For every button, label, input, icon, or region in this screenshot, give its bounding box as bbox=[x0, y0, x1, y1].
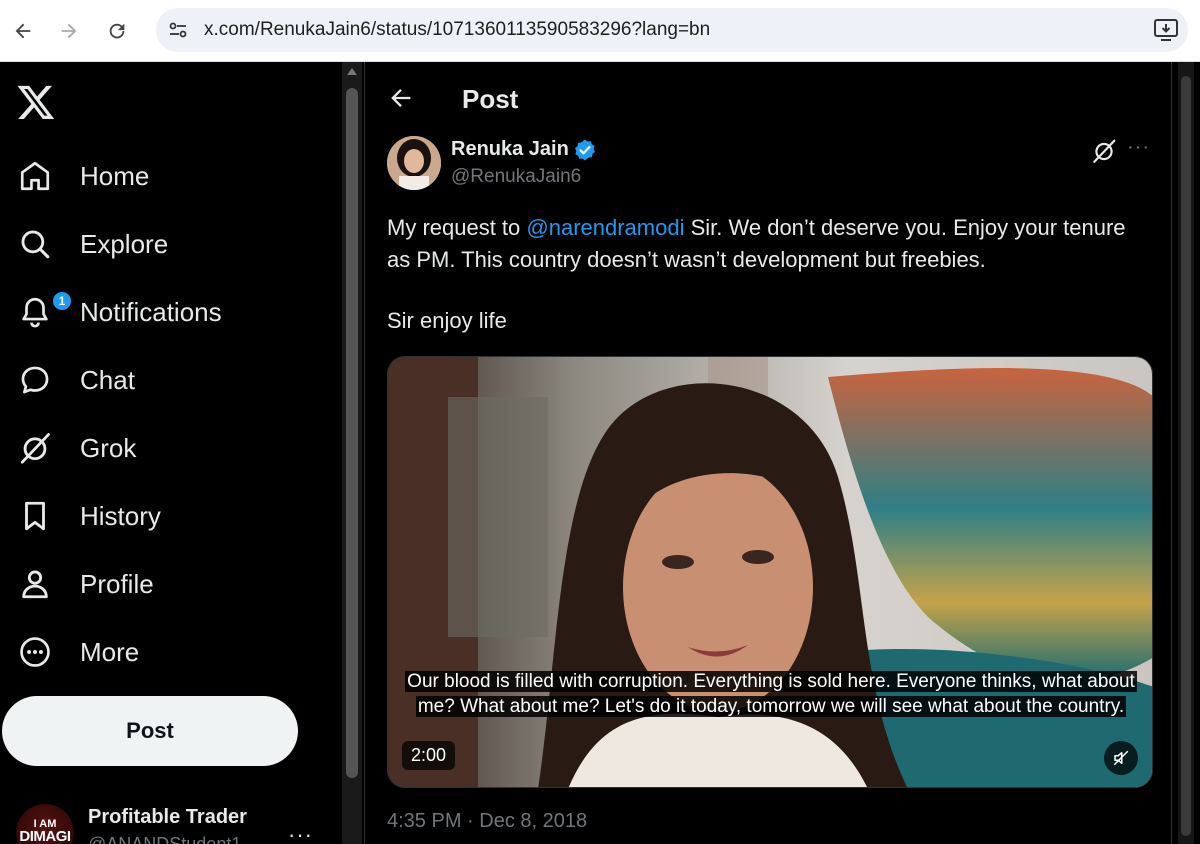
install-app-icon[interactable] bbox=[1152, 17, 1180, 43]
page-scrollbar-thumb[interactable] bbox=[1181, 76, 1191, 836]
account-avatar: I AM DIMAGI bbox=[16, 804, 74, 844]
compose-post-button[interactable]: Post bbox=[2, 696, 298, 766]
account-name: Profitable Trader bbox=[88, 806, 247, 828]
muted-speaker-icon bbox=[1113, 750, 1129, 766]
back-button[interactable] bbox=[6, 14, 40, 48]
forward-button[interactable] bbox=[52, 14, 86, 48]
sidebar-item-chat[interactable]: Chat bbox=[0, 352, 320, 408]
scrollbar-thumb[interactable] bbox=[346, 88, 358, 778]
bell-icon: 1 bbox=[16, 291, 72, 331]
address-bar[interactable]: x.com/RenukaJain6/status/107136011359058… bbox=[156, 8, 1188, 52]
sidebar-item-notifications[interactable]: 1 Notifications bbox=[0, 284, 320, 340]
sidebar-item-label: Chat bbox=[80, 364, 135, 395]
notification-badge: 1 bbox=[52, 291, 72, 311]
page-scrollbar[interactable] bbox=[1172, 62, 1200, 844]
post-timestamp[interactable]: 4:35 PM · Dec 8, 2018 bbox=[387, 810, 587, 833]
post-more-icon[interactable]: ··· bbox=[1127, 136, 1150, 159]
arrow-right-icon bbox=[61, 23, 77, 39]
url-text[interactable]: x.com/RenukaJain6/status/107136011359058… bbox=[204, 19, 710, 41]
browser-toolbar: x.com/RenukaJain6/status/107136011359058… bbox=[0, 0, 1200, 62]
sidebar-item-profile[interactable]: Profile bbox=[0, 556, 320, 612]
video-duration: 2:00 bbox=[402, 741, 456, 770]
video-player[interactable]: Our blood is filled with corruption. Eve… bbox=[387, 356, 1153, 788]
bookmark-icon bbox=[16, 497, 54, 535]
sidebar-item-label: More bbox=[80, 636, 140, 667]
sidebar-item-home[interactable]: Home bbox=[0, 148, 320, 204]
account-more-icon[interactable]: ··· bbox=[288, 822, 313, 844]
account-switcher[interactable]: I AM DIMAGI Profitable Trader @ANANDStud… bbox=[0, 788, 342, 844]
arrow-left-icon bbox=[15, 23, 31, 39]
video-frame bbox=[388, 357, 1152, 787]
search-icon bbox=[16, 225, 54, 263]
sidebar-scrollbar[interactable] bbox=[342, 62, 362, 844]
chat-bubble-icon bbox=[16, 361, 54, 399]
post-text: My request to @narendramodi Sir. We don’… bbox=[387, 212, 1147, 276]
site-settings-icon[interactable] bbox=[166, 18, 190, 42]
post-text-line2: Sir enjoy life bbox=[387, 308, 507, 333]
account-handle: @ANANDStudent1 bbox=[88, 834, 242, 844]
person-icon bbox=[16, 565, 54, 603]
sidebar-item-explore[interactable]: Explore bbox=[0, 216, 320, 272]
reload-icon bbox=[109, 23, 125, 39]
sidebar-item-label: Explore bbox=[80, 228, 169, 259]
mention-link[interactable]: @narendramodi bbox=[526, 215, 684, 240]
sidebar-item-history[interactable]: History bbox=[0, 488, 320, 544]
scroll-up-arrow-icon[interactable] bbox=[347, 68, 357, 75]
reload-button[interactable] bbox=[100, 14, 134, 48]
sidebar-item-label: Profile bbox=[80, 568, 154, 599]
x-logo-icon[interactable] bbox=[16, 82, 56, 122]
verified-badge-icon bbox=[575, 139, 595, 161]
video-subtitle: Our blood is filled with corruption. Eve… bbox=[388, 669, 1152, 719]
mute-button[interactable] bbox=[1104, 741, 1138, 775]
post-text-before: My request to bbox=[387, 215, 527, 240]
sidebar: Home Explore 1 Notifications Chat Grok H… bbox=[0, 62, 342, 844]
sidebar-item-label: Grok bbox=[80, 432, 137, 463]
sidebar-item-label: Notifications bbox=[80, 296, 222, 327]
sidebar-item-grok[interactable]: Grok bbox=[0, 420, 320, 476]
page-title: Post bbox=[462, 84, 519, 114]
grok-explain-icon[interactable] bbox=[1091, 138, 1117, 164]
sidebar-item-label: History bbox=[80, 500, 161, 531]
page-scrollbar-track[interactable] bbox=[1178, 62, 1194, 844]
sidebar-item-more[interactable]: More bbox=[0, 624, 320, 680]
home-icon bbox=[16, 157, 54, 195]
avatar-text-bottom: DIMAGI bbox=[19, 828, 71, 844]
more-circle-icon bbox=[16, 633, 54, 671]
author-handle[interactable]: @RenukaJain6 bbox=[451, 166, 581, 188]
post-detail-column: Post Renuka Jain @RenukaJain6 ··· My req… bbox=[364, 62, 1172, 844]
back-arrow-icon[interactable] bbox=[387, 84, 415, 112]
grok-icon bbox=[16, 429, 54, 467]
author-avatar[interactable] bbox=[387, 136, 441, 190]
sidebar-item-label: Home bbox=[80, 160, 150, 191]
subtitle-text: Our blood is filled with corruption. Eve… bbox=[405, 671, 1137, 717]
author-name[interactable]: Renuka Jain bbox=[451, 138, 569, 161]
